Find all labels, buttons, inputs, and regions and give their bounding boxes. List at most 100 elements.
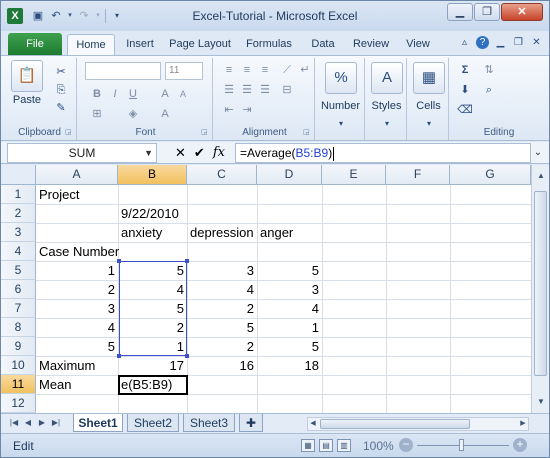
scroll-left-icon[interactable]: ◀ <box>308 418 318 430</box>
scroll-down-icon[interactable]: ▼ <box>534 395 548 409</box>
cells-button[interactable]: ▦ <box>412 62 446 96</box>
expand-formula-bar-icon[interactable]: ⌄ <box>531 144 545 162</box>
insert-sheet-icon[interactable]: ✚ <box>239 414 263 432</box>
scroll-right-icon[interactable]: ▶ <box>518 418 528 430</box>
column-header-d[interactable]: D <box>257 165 322 185</box>
sheet-tab-sheet1[interactable]: Sheet1 <box>73 414 123 432</box>
decrease-indent-icon[interactable]: ⇤ <box>221 102 237 118</box>
horizontal-scroll-thumb[interactable] <box>320 419 470 429</box>
range-handle[interactable] <box>185 354 189 358</box>
close-button[interactable]: ✕ <box>501 3 543 21</box>
borders-icon[interactable]: ⊞ <box>89 106 105 122</box>
range-handle[interactable] <box>117 259 121 263</box>
last-sheet-icon[interactable]: ▶| <box>51 417 61 429</box>
cell-d6[interactable]: 3 <box>257 280 322 299</box>
range-handle[interactable] <box>117 354 121 358</box>
cell-d10[interactable]: 18 <box>257 356 322 375</box>
align-center-icon[interactable]: ☰ <box>239 82 255 98</box>
tab-home[interactable]: Home <box>67 34 115 55</box>
cell-a8[interactable]: 4 <box>36 318 118 337</box>
cell-d3[interactable]: anger <box>257 223 322 242</box>
cell-c8[interactable]: 5 <box>187 318 257 337</box>
cells-dropdown-icon[interactable]: ▾ <box>421 116 437 132</box>
workbook-minimize-icon[interactable]: ▁ <box>494 36 507 49</box>
select-all-corner[interactable] <box>1 165 36 185</box>
styles-button[interactable]: A <box>370 62 404 96</box>
number-dropdown-icon[interactable]: ▾ <box>333 116 349 132</box>
styles-dropdown-icon[interactable]: ▾ <box>379 116 395 132</box>
decrease-font-icon[interactable]: A <box>175 86 191 102</box>
name-box[interactable]: SUM ▼ <box>7 143 157 163</box>
vertical-scroll-thumb[interactable] <box>534 191 547 376</box>
format-painter-icon[interactable]: ✎ <box>53 100 69 116</box>
confirm-entry-icon[interactable]: ✔ <box>194 144 205 162</box>
column-header-c[interactable]: C <box>187 165 257 185</box>
row-header-1[interactable]: 1 <box>1 185 36 204</box>
cell-a6[interactable]: 2 <box>36 280 118 299</box>
cell-c9[interactable]: 2 <box>187 337 257 356</box>
cell-c3[interactable]: depression <box>187 223 257 242</box>
autosum-icon[interactable]: Σ <box>457 62 473 78</box>
first-sheet-icon[interactable]: |◀ <box>9 417 19 429</box>
row-header-12[interactable]: 12 <box>1 394 36 413</box>
minimize-ribbon-icon[interactable]: ▵ <box>458 36 471 49</box>
zoom-slider-thumb[interactable] <box>459 439 464 451</box>
row-header-4[interactable]: 4 <box>1 242 36 261</box>
page-layout-view-icon[interactable]: ▤ <box>319 439 333 452</box>
align-left-icon[interactable]: ☰ <box>221 82 237 98</box>
row-header-5[interactable]: 5 <box>1 261 36 280</box>
sheet-tab-sheet3[interactable]: Sheet3 <box>183 414 235 432</box>
cell-d5[interactable]: 5 <box>257 261 322 280</box>
horizontal-scrollbar[interactable]: ◀ ▶ <box>307 417 529 431</box>
increase-font-icon[interactable]: A <box>157 86 173 102</box>
column-header-g[interactable]: G <box>450 165 531 185</box>
row-header-6[interactable]: 6 <box>1 280 36 299</box>
zoom-out-icon[interactable]: − <box>399 438 413 452</box>
wrap-text-icon[interactable]: ↵ <box>297 62 313 78</box>
cell-d9[interactable]: 5 <box>257 337 322 356</box>
minimize-button[interactable]: ▁ <box>447 3 473 21</box>
row-header-10[interactable]: 10 <box>1 356 36 375</box>
cell-c10[interactable]: 16 <box>187 356 257 375</box>
zoom-level[interactable]: 100% <box>363 439 394 453</box>
zoom-in-icon[interactable]: + <box>513 438 527 452</box>
tab-formulas[interactable]: Formulas <box>241 34 297 55</box>
row-header-9[interactable]: 9 <box>1 337 36 356</box>
align-right-icon[interactable]: ☰ <box>257 82 273 98</box>
cell-b10[interactable]: 17 <box>118 356 187 375</box>
align-bottom-icon[interactable]: ≡ <box>257 62 273 78</box>
paste-button[interactable]: 📋 Paste <box>7 60 47 106</box>
help-icon[interactable]: ? <box>476 36 489 49</box>
find-select-icon[interactable]: ⌕ <box>481 82 497 98</box>
font-color-icon[interactable]: A <box>157 106 173 122</box>
cell-b3[interactable]: anxiety <box>118 223 187 242</box>
range-handle[interactable] <box>185 259 189 263</box>
tab-data[interactable]: Data <box>305 34 341 55</box>
workbook-restore-icon[interactable]: ❐ <box>512 36 525 49</box>
column-header-e[interactable]: E <box>322 165 386 185</box>
cell-a9[interactable]: 5 <box>36 337 118 356</box>
cell-b2[interactable]: 9/22/2010 <box>118 204 187 223</box>
name-box-dropdown-icon[interactable]: ▼ <box>144 144 153 162</box>
normal-view-icon[interactable]: ▦ <box>301 439 315 452</box>
merge-center-icon[interactable]: ⊟ <box>279 82 295 98</box>
column-header-a[interactable]: A <box>36 165 118 185</box>
column-header-f[interactable]: F <box>386 165 450 185</box>
formula-input[interactable]: =Average(B5:B9) <box>235 143 531 163</box>
sheet-tab-sheet2[interactable]: Sheet2 <box>127 414 179 432</box>
fill-icon[interactable]: ⬇ <box>457 82 473 98</box>
underline-icon[interactable]: U <box>125 86 141 102</box>
cut-icon[interactable]: ✂ <box>53 64 69 80</box>
copy-icon[interactable]: ⎘ <box>53 82 69 98</box>
tab-file[interactable]: File <box>8 33 62 55</box>
tab-insert[interactable]: Insert <box>119 34 161 55</box>
next-sheet-icon[interactable]: ▶ <box>37 417 47 429</box>
cancel-entry-icon[interactable]: ✕ <box>175 144 186 162</box>
tab-view[interactable]: View <box>401 34 435 55</box>
insert-function-icon[interactable]: fx <box>213 144 225 162</box>
bold-icon[interactable]: B <box>89 86 105 102</box>
font-size-combo[interactable]: 11 <box>165 62 203 80</box>
cell-a11[interactable]: Mean <box>36 375 118 394</box>
cell-a5[interactable]: 1 <box>36 261 118 280</box>
scroll-up-icon[interactable]: ▲ <box>534 169 548 183</box>
